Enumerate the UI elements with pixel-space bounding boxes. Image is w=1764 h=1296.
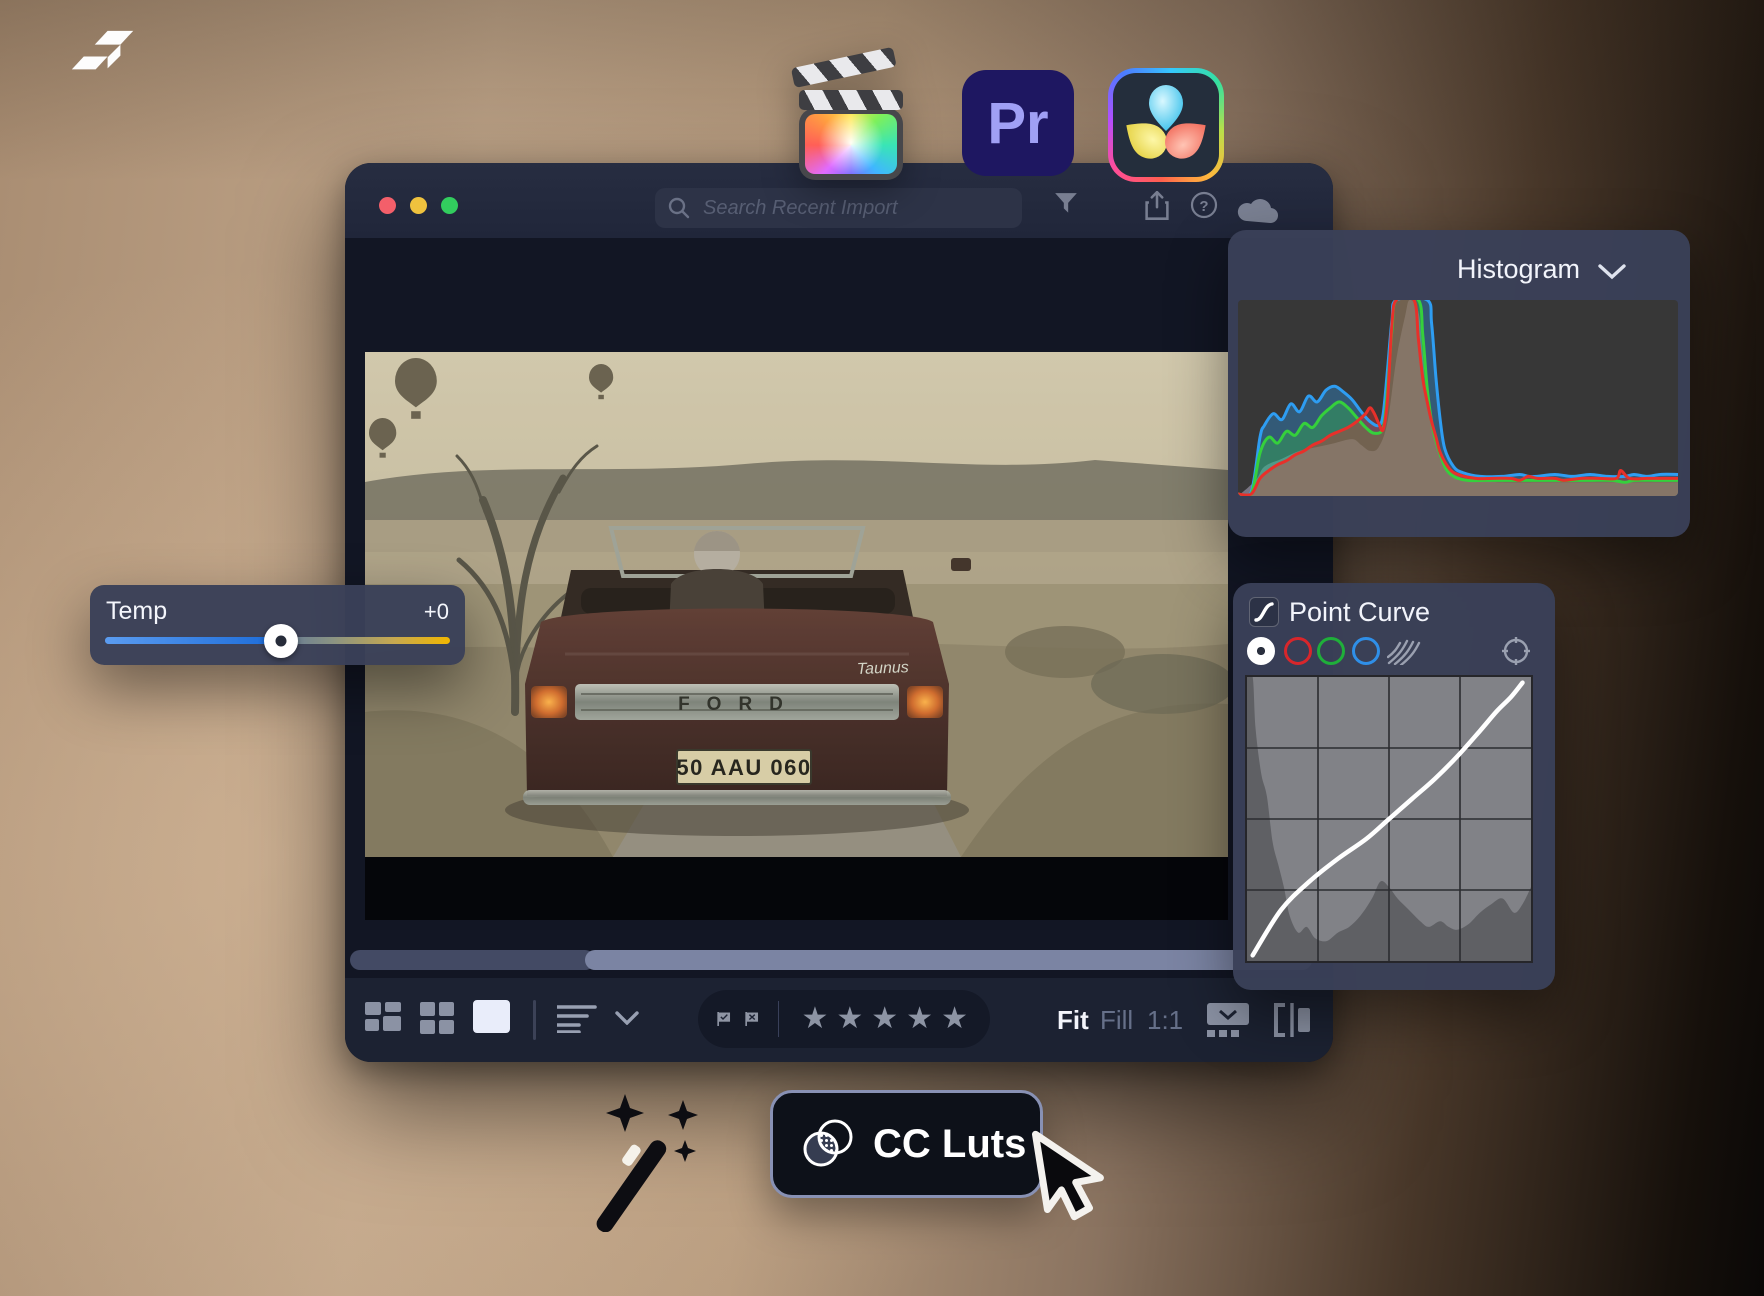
rating-pill: ★ ★ ★ ★ ★	[698, 990, 990, 1048]
app-window: ?	[345, 163, 1333, 1062]
resolve-petals	[1117, 85, 1216, 166]
histogram-panel: Histogram	[1228, 230, 1690, 537]
premiere-pro-icon: Pr	[962, 70, 1074, 176]
layout-mosaic-button[interactable]	[365, 1002, 401, 1034]
target-picker-icon[interactable]	[1501, 636, 1531, 666]
search-icon	[667, 196, 691, 220]
zoom-button[interactable]	[441, 197, 458, 214]
channel-red-button[interactable]	[1284, 637, 1312, 665]
filter-icon[interactable]	[1053, 191, 1079, 217]
luts-icon	[799, 1118, 857, 1170]
fit-button[interactable]: Fit	[1057, 1005, 1089, 1036]
compare-split-button[interactable]	[1273, 1003, 1311, 1037]
histogram-title: Histogram	[1457, 254, 1580, 285]
davinci-resolve-icon	[1108, 68, 1224, 182]
temp-slider[interactable]	[105, 637, 450, 644]
channel-luma-button[interactable]	[1247, 637, 1275, 665]
chevron-down-icon[interactable]	[1598, 264, 1626, 280]
curve-badge-icon	[1249, 597, 1279, 627]
star-icon[interactable]: ★	[871, 1004, 898, 1034]
flag-reject-button[interactable]	[744, 1004, 760, 1034]
channel-green-button[interactable]	[1317, 637, 1345, 665]
star-icon[interactable]: ★	[836, 1004, 863, 1034]
temp-value: +0	[424, 599, 449, 625]
cursor-pointer-icon	[1030, 1126, 1108, 1242]
chevron-down-icon[interactable]	[615, 1011, 639, 1025]
video-viewer[interactable]: FORD Taunus 50 AAU 060	[365, 352, 1228, 920]
point-curve-title: Point Curve	[1289, 597, 1430, 628]
sort-list-button[interactable]	[557, 1005, 597, 1033]
search-input[interactable]	[655, 188, 1022, 228]
clapper-bottom-bar	[799, 90, 903, 110]
promo-canvas: ?	[0, 0, 1764, 1296]
star-icon[interactable]: ★	[906, 1004, 933, 1034]
final-cut-pro-icon	[793, 66, 909, 182]
letterbox	[365, 857, 1228, 920]
film-frame: FORD Taunus 50 AAU 060	[365, 352, 1228, 920]
temp-slider-panel: Temp +0	[90, 585, 465, 665]
help-icon[interactable]: ?	[1190, 191, 1218, 219]
clapper-top-bar	[791, 47, 897, 88]
timeline-scrollbar[interactable]	[585, 950, 1312, 970]
channel-blue-button[interactable]	[1352, 637, 1380, 665]
temp-label: Temp	[106, 597, 167, 626]
layout-single-button[interactable]	[473, 1000, 510, 1033]
close-button[interactable]	[379, 197, 396, 214]
layout-grid-button[interactable]	[420, 1002, 454, 1034]
premiere-pro-label: Pr	[987, 90, 1048, 157]
brand-logo-icon	[70, 24, 136, 78]
temp-knob[interactable]	[264, 624, 298, 658]
point-curve-panel: Point Curve	[1233, 583, 1555, 990]
magic-wand-icon	[585, 1092, 720, 1232]
film-haze	[365, 352, 1228, 857]
star-icon[interactable]: ★	[801, 1004, 828, 1034]
channel-all-button[interactable]	[1387, 639, 1421, 665]
thumbnail-strip-button[interactable]	[1207, 1003, 1249, 1037]
histogram-chart[interactable]	[1238, 300, 1678, 496]
point-curve-editor[interactable]	[1245, 675, 1533, 963]
temp-track-active	[105, 637, 281, 644]
cc-luts-label: CC Luts	[873, 1122, 1026, 1167]
pill-divider	[778, 1001, 779, 1037]
svg-text:?: ?	[1199, 198, 1208, 215]
cloud-icon[interactable]	[1235, 195, 1281, 225]
star-icon[interactable]: ★	[941, 1004, 968, 1034]
timeline-scrollbar-left[interactable]	[350, 950, 595, 970]
search-field[interactable]	[701, 196, 1010, 221]
star-rating[interactable]: ★ ★ ★ ★ ★	[797, 1004, 972, 1034]
minimize-button[interactable]	[410, 197, 427, 214]
fill-button[interactable]: Fill	[1100, 1005, 1133, 1036]
flag-accept-button[interactable]	[716, 1004, 732, 1034]
cc-luts-button[interactable]: CC Luts	[770, 1090, 1043, 1198]
viewer-toolbar: ★ ★ ★ ★ ★ Fit Fill 1:1	[345, 978, 1333, 1062]
share-icon[interactable]	[1143, 191, 1171, 221]
toolbar-divider	[533, 1000, 536, 1040]
ratio-button[interactable]: 1:1	[1147, 1005, 1183, 1036]
